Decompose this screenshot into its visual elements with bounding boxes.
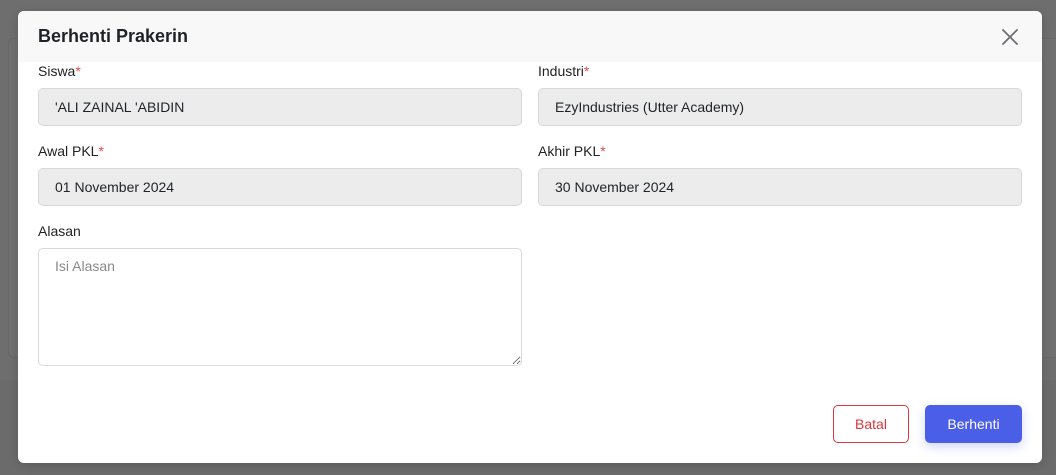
stop-internship-modal: Berhenti Prakerin Siswa* 'ALI ZAINAL 'AB… [18,11,1042,463]
awal-pkl-input[interactable]: 01 November 2024 [38,168,522,206]
siswa-label: Siswa* [38,62,522,80]
siswa-input[interactable]: 'ALI ZAINAL 'ABIDIN [38,88,522,126]
siswa-field: Siswa* 'ALI ZAINAL 'ABIDIN [38,62,522,126]
akhir-pkl-label-text: Akhir PKL [538,143,601,159]
modal-title: Berhenti Prakerin [38,26,189,46]
industri-field: Industri* EzyIndustries (Utter Academy) [538,62,1022,126]
stop-button[interactable]: Berhenti [925,405,1022,443]
required-mark: * [583,63,590,79]
required-mark: * [98,143,104,159]
awal-pkl-label: Awal PKL* [38,142,522,160]
required-mark: * [75,63,81,79]
industri-input[interactable]: EzyIndustries (Utter Academy) [538,88,1022,126]
akhir-pkl-input[interactable]: 30 November 2024 [538,168,1022,206]
akhir-pkl-label: Akhir PKL* [538,142,1022,160]
close-icon [1002,28,1018,45]
cancel-button[interactable]: Batal [833,405,909,443]
industri-label: Industri* [538,62,1022,80]
modal-header: Berhenti Prakerin [18,11,1042,62]
alasan-field: Alasan [38,222,522,371]
siswa-label-text: Siswa [38,63,76,79]
close-button[interactable] [998,25,1022,49]
alasan-textarea[interactable] [38,248,522,366]
alasan-label: Alasan [38,223,81,239]
awal-pkl-field: Awal PKL* 01 November 2024 [38,142,522,206]
awal-pkl-label-text: Awal PKL [38,143,99,159]
required-mark: * [600,143,606,159]
akhir-pkl-field: Akhir PKL* 30 November 2024 [538,142,1022,206]
industri-label-text: Industri [538,63,584,79]
